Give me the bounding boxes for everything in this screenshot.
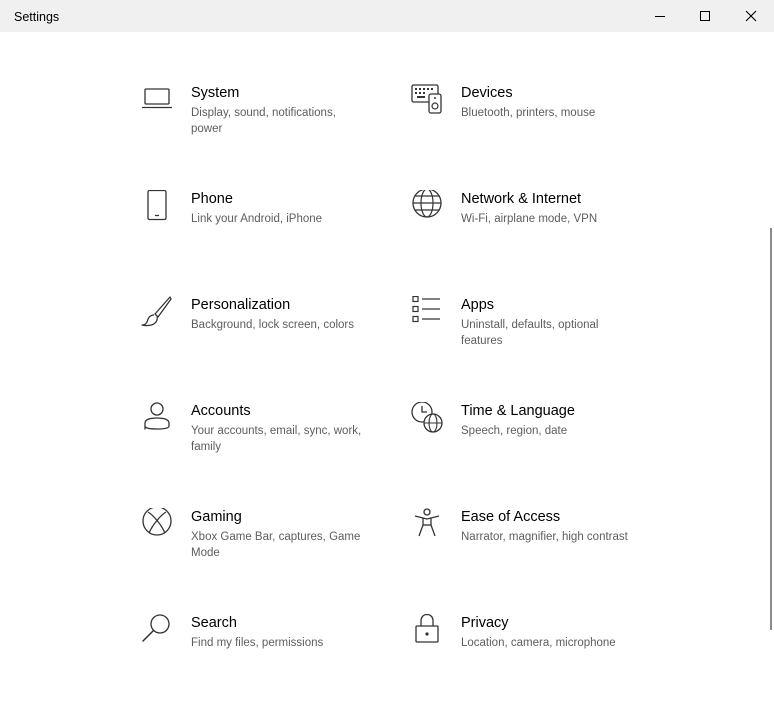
tile-personalization[interactable]: Personalization Background, lock screen,…: [141, 296, 391, 366]
close-icon: [745, 10, 757, 22]
tile-ease-of-access[interactable]: Ease of Access Narrator, magnifier, high…: [411, 508, 661, 578]
tile-title: Time & Language: [461, 403, 575, 419]
tile-description: Wi-Fi, airplane mode, VPN: [461, 213, 598, 225]
tile-description: Bluetooth, printers, mouse: [461, 107, 596, 119]
tile-title: Accounts: [191, 403, 251, 419]
tile-title: Search: [191, 615, 237, 631]
lock-icon: [411, 614, 443, 646]
tile-time-language[interactable]: Time & Language Speech, region, date: [411, 402, 661, 472]
globe-icon: [411, 190, 443, 222]
tile-title: Phone: [191, 191, 233, 207]
scrollbar-thumb[interactable]: [770, 228, 772, 630]
tile-devices[interactable]: Devices Bluetooth, printers, mouse: [411, 84, 661, 154]
search-icon: [141, 614, 173, 646]
xbox-icon: [141, 508, 173, 540]
tile-apps[interactable]: Apps Uninstall, defaults, optional featu…: [411, 296, 661, 366]
keyboard-devices-icon: [411, 84, 443, 116]
tile-title: Devices: [461, 85, 513, 101]
tile-description: Link your Android, iPhone: [191, 213, 323, 225]
tile-title: Personalization: [191, 297, 291, 313]
tile-network-internet[interactable]: Network & Internet Wi-Fi, airplane mode,…: [411, 190, 661, 260]
window-title: Settings: [14, 10, 60, 24]
settings-window: Settings System Display, sound, notifica…: [0, 0, 774, 707]
tile-description: Find my files, permissions: [191, 637, 324, 649]
tile-title: Privacy: [461, 615, 509, 631]
tile-description: Speech, region, date: [461, 425, 568, 437]
tile-description: Location, camera, microphone: [461, 637, 616, 649]
minimize-icon: [655, 16, 665, 17]
close-button[interactable]: [728, 0, 774, 32]
tile-description: Xbox Game Bar, captures, Game Mode: [191, 531, 361, 559]
minimize-button[interactable]: [637, 0, 683, 32]
tile-description: Display, sound, notifications, power: [191, 107, 336, 135]
clock-globe-icon: [411, 402, 443, 434]
apps-list-icon: [411, 296, 443, 328]
tile-description: Uninstall, defaults, optional features: [461, 319, 599, 347]
maximize-icon: [700, 11, 710, 21]
tile-description: Narrator, magnifier, high contrast: [461, 531, 628, 543]
tile-system[interactable]: System Display, sound, notifications, po…: [141, 84, 391, 154]
tile-description: Your accounts, email, sync, work, family: [191, 425, 362, 453]
title-bar[interactable]: Settings: [0, 0, 774, 32]
tile-title: Network & Internet: [461, 191, 582, 207]
tile-search[interactable]: Search Find my files, permissions: [141, 614, 391, 684]
tile-title: Gaming: [191, 509, 242, 525]
tile-title: System: [191, 85, 240, 101]
tile-description: Background, lock screen, colors: [191, 319, 354, 331]
phone-icon: [141, 190, 173, 222]
paintbrush-icon: [141, 296, 173, 328]
laptop-icon: [141, 84, 173, 116]
tile-accounts[interactable]: Accounts Your accounts, email, sync, wor…: [141, 402, 391, 472]
person-icon: [141, 402, 173, 434]
tile-gaming[interactable]: Gaming Xbox Game Bar, captures, Game Mod…: [141, 508, 391, 578]
maximize-button[interactable]: [682, 0, 728, 32]
tile-title: Ease of Access: [461, 509, 561, 525]
tile-privacy[interactable]: Privacy Location, camera, microphone: [411, 614, 661, 684]
tile-phone[interactable]: Phone Link your Android, iPhone: [141, 190, 391, 260]
tile-title: Apps: [461, 297, 495, 313]
accessibility-icon: [411, 508, 443, 540]
